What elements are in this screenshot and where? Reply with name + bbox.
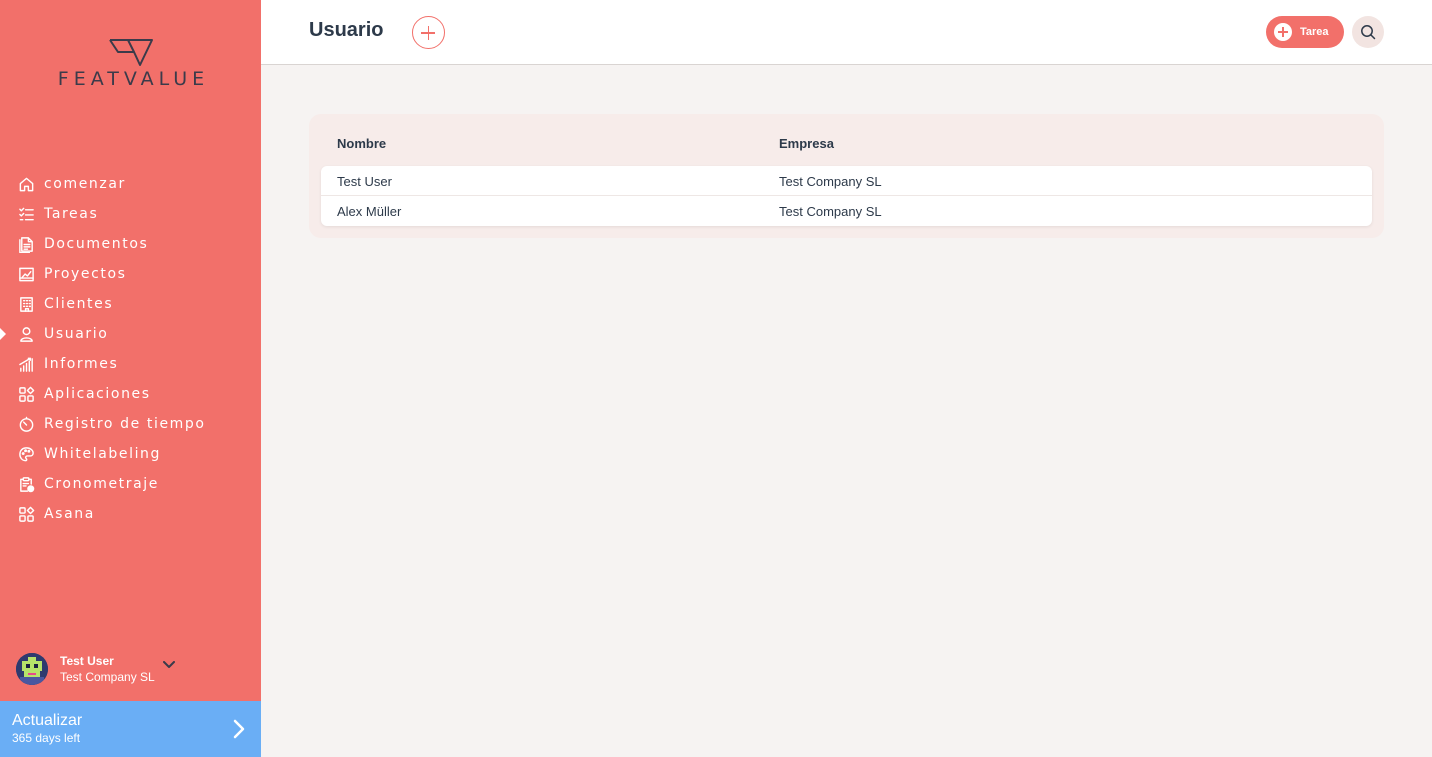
sidebar-item-asana[interactable]: Asana <box>0 499 261 529</box>
apps-icon <box>17 505 35 523</box>
document-icon <box>17 235 35 253</box>
sidebar-item-label: Usuario <box>44 326 109 342</box>
sidebar-nav: comenzar Tareas Documentos Proyectos Cli… <box>0 169 261 529</box>
cell-company: Test Company SL <box>779 204 882 219</box>
chevron-down-icon[interactable] <box>162 656 175 674</box>
sidebar: FEATVALUE comenzar Tareas Documentos Pro… <box>0 0 261 757</box>
sidebar-item-cronometraje[interactable]: Cronometraje <box>0 469 261 499</box>
sidebar-item-label: Proyectos <box>44 266 127 282</box>
sidebar-item-label: Asana <box>44 506 95 522</box>
timer-icon <box>17 415 35 433</box>
avatar <box>16 653 48 685</box>
sidebar-item-label: Cronometraje <box>44 476 160 492</box>
user-company: Test Company SL <box>60 669 155 684</box>
palette-icon <box>17 445 35 463</box>
plus-icon <box>1274 23 1292 41</box>
sidebar-item-tareas[interactable]: Tareas <box>0 199 261 229</box>
sidebar-item-clientes[interactable]: Clientes <box>0 289 261 319</box>
apps-icon <box>17 385 35 403</box>
column-header-empresa[interactable]: Empresa <box>779 136 834 151</box>
users-table: Nombre Empresa Test User Test Company SL… <box>309 114 1384 238</box>
sidebar-item-label: Documentos <box>44 236 149 252</box>
sidebar-item-label: Aplicaciones <box>44 386 151 402</box>
sidebar-item-label: Tareas <box>44 206 99 222</box>
user-info: Test User Test Company SL <box>60 654 155 685</box>
cell-name: Test User <box>337 174 392 189</box>
sidebar-item-label: Whitelabeling <box>44 446 162 462</box>
sidebar-item-comenzar[interactable]: comenzar <box>0 169 261 199</box>
logo[interactable]: FEATVALUE <box>0 38 261 90</box>
sidebar-item-label: Clientes <box>44 296 114 312</box>
table-row[interactable]: Test User Test Company SL <box>321 166 1372 196</box>
chart-icon <box>17 265 35 283</box>
add-task-label: Tarea <box>1300 26 1329 38</box>
cell-company: Test Company SL <box>779 174 882 189</box>
logo-mark-icon <box>108 39 153 66</box>
building-icon <box>17 295 35 313</box>
upgrade-days-left: 365 days left <box>12 731 81 745</box>
sidebar-item-proyectos[interactable]: Proyectos <box>0 259 261 289</box>
sidebar-item-registro-de-tiempo[interactable]: Registro de tiempo <box>0 409 261 439</box>
sidebar-item-whitelabeling[interactable]: Whitelabeling <box>0 439 261 469</box>
logo-text: FEATVALUE <box>57 68 210 90</box>
sidebar-item-usuario[interactable]: Usuario <box>0 319 261 349</box>
home-icon <box>17 175 35 193</box>
clipboard-clock-icon <box>17 475 35 493</box>
add-task-button[interactable]: Tarea <box>1266 16 1344 48</box>
upgrade-title: Actualizar <box>12 712 83 729</box>
sidebar-item-informes[interactable]: Informes <box>0 349 261 379</box>
user-icon <box>17 325 35 343</box>
sidebar-item-label: Registro de tiempo <box>44 416 206 432</box>
top-header: Usuario Tarea <box>261 0 1432 65</box>
upgrade-banner[interactable]: Actualizar 365 days left <box>0 701 261 757</box>
column-header-nombre[interactable]: Nombre <box>337 136 386 151</box>
checklist-icon <box>17 205 35 223</box>
user-menu[interactable]: Test User Test Company SL <box>16 652 246 686</box>
page-title: Usuario <box>309 19 384 41</box>
chevron-right-icon <box>233 719 245 744</box>
bar-chart-icon <box>17 355 35 373</box>
table-body: Test User Test Company SL Alex Müller Te… <box>321 166 1372 226</box>
cell-name: Alex Müller <box>337 204 402 219</box>
sidebar-item-label: comenzar <box>44 176 126 192</box>
sidebar-item-aplicaciones[interactable]: Aplicaciones <box>0 379 261 409</box>
user-name: Test User <box>60 653 114 668</box>
add-user-button[interactable] <box>412 16 445 49</box>
table-row[interactable]: Alex Müller Test Company SL <box>321 196 1372 226</box>
sidebar-item-label: Informes <box>44 356 119 372</box>
sidebar-item-documentos[interactable]: Documentos <box>0 229 261 259</box>
search-icon <box>1361 25 1376 40</box>
search-button[interactable] <box>1352 16 1384 48</box>
